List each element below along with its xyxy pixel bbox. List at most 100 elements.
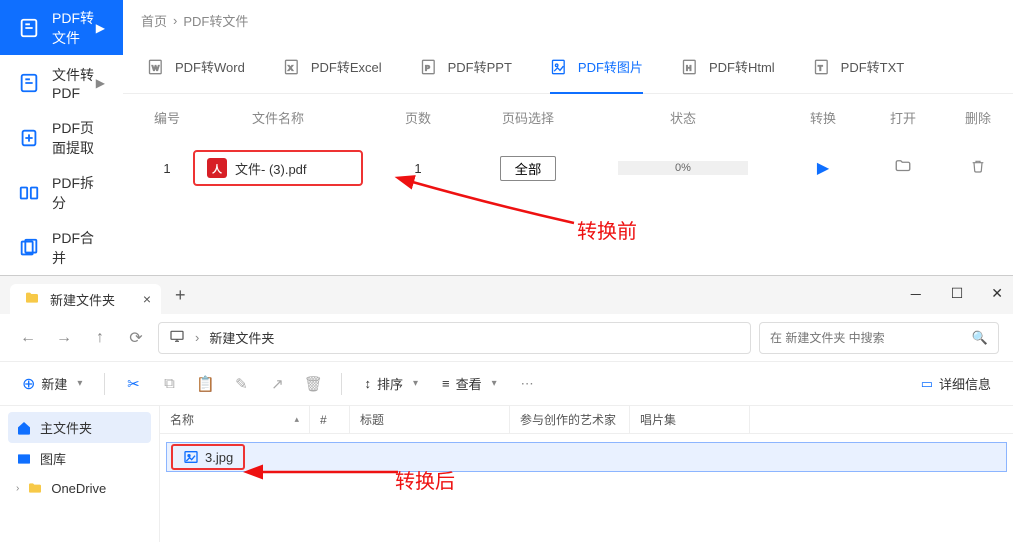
up-button[interactable]: ↑: [86, 329, 114, 347]
explorer-tab[interactable]: 新建文件夹 ×: [10, 284, 161, 314]
svg-text:T: T: [818, 63, 823, 72]
breadcrumb-sep: ›: [173, 13, 177, 28]
folder-icon: [24, 290, 40, 309]
svg-text:X: X: [288, 63, 293, 72]
col-num[interactable]: #: [310, 406, 350, 433]
col-name[interactable]: 名称▴: [160, 406, 310, 433]
col-title[interactable]: 标题: [350, 406, 510, 433]
svg-text:H: H: [686, 63, 691, 72]
explorer-tab-title: 新建文件夹: [50, 290, 115, 309]
paste-button[interactable]: 📋: [191, 375, 219, 393]
image-icon: [550, 57, 570, 77]
tab-close-button[interactable]: ×: [143, 291, 151, 307]
col-artist[interactable]: 参与创作的艺术家: [510, 406, 630, 433]
col-album[interactable]: 唱片集: [630, 406, 750, 433]
tab-pdf-to-txt[interactable]: TPDF转TXT: [813, 40, 905, 93]
tab-label: PDF转PPT: [448, 57, 512, 76]
rename-button[interactable]: ✎: [227, 375, 255, 393]
row-select: 全部: [473, 156, 583, 181]
file-row[interactable]: 3.jpg: [166, 442, 1007, 472]
th-name: 文件名称: [193, 108, 363, 127]
breadcrumb-home[interactable]: 首页: [141, 11, 167, 30]
sidebar-item-split[interactable]: PDF拆分: [0, 165, 123, 220]
copy-button[interactable]: ⧉: [155, 375, 183, 392]
plus-icon: ⊕: [22, 374, 35, 394]
sidebar-item-merge[interactable]: PDF合并: [0, 220, 123, 275]
html-icon: H: [681, 57, 701, 77]
back-button[interactable]: ←: [14, 329, 42, 347]
share-button[interactable]: ↗: [263, 375, 291, 393]
extract-icon: [18, 127, 40, 149]
cut-button[interactable]: ✂: [119, 375, 147, 393]
sort-button[interactable]: ↕ 排序 ▾: [356, 370, 426, 397]
explorer-titlebar: 新建文件夹 × + － ☐ ✕: [0, 276, 1013, 314]
pdf-file-icon: [18, 17, 40, 39]
merge-icon: [18, 237, 40, 259]
home-icon: [16, 420, 32, 436]
split-icon: [18, 182, 40, 204]
sidebar-item-file-to-pdf[interactable]: 文件转PDF ▶: [0, 55, 123, 110]
onedrive-icon: [27, 480, 43, 496]
delete-button[interactable]: [970, 161, 986, 178]
pdf-icon: 人: [207, 158, 227, 178]
convert-button[interactable]: ▶: [817, 160, 829, 177]
tab-pdf-to-ppt[interactable]: PPDF转PPT: [420, 40, 512, 93]
search-box[interactable]: 🔍: [759, 322, 999, 354]
minimize-button[interactable]: －: [909, 285, 923, 305]
tab-pdf-to-word[interactable]: W PDF转Word: [147, 40, 245, 93]
forward-button[interactable]: →: [50, 329, 78, 347]
tab-pdf-to-image[interactable]: PDF转图片: [550, 40, 643, 93]
search-input[interactable]: [770, 331, 964, 345]
refresh-button[interactable]: ⟳: [122, 328, 150, 348]
sidebar-item-label: PDF页面提取: [52, 118, 105, 158]
sidebar-item-pdf-to-file[interactable]: PDF转文件 ▶: [0, 0, 123, 55]
txt-icon: T: [813, 57, 833, 77]
sort-asc-icon: ▴: [294, 414, 299, 425]
sidebar-item-label: PDF转文件: [52, 8, 96, 48]
tab-pdf-to-excel[interactable]: X PDF转Excel: [283, 40, 382, 93]
file-name: 3.jpg: [205, 450, 233, 465]
new-tab-button[interactable]: +: [175, 285, 186, 306]
tab-label: PDF转Excel: [311, 57, 382, 76]
side-label: 图库: [40, 449, 66, 468]
tab-label: PDF转Html: [709, 57, 775, 76]
side-label: OneDrive: [51, 481, 106, 496]
side-gallery[interactable]: 图库: [8, 443, 151, 474]
sidebar-item-page-extract[interactable]: PDF页面提取: [0, 110, 123, 165]
path-box[interactable]: › 新建文件夹: [158, 322, 751, 354]
details-label: 详细信息: [939, 374, 991, 393]
chevron-down-icon: ▾: [413, 378, 418, 389]
side-home[interactable]: 主文件夹: [8, 412, 151, 443]
svg-text:W: W: [152, 63, 160, 72]
delete-toolbar-button[interactable]: 🗑: [299, 375, 327, 393]
explorer-sidebar: 主文件夹 图库 ›OneDrive: [0, 406, 160, 542]
filename-text: 文件- (3).pdf: [235, 159, 307, 178]
sort-icon: ↕: [364, 376, 371, 391]
side-onedrive[interactable]: ›OneDrive: [8, 474, 151, 502]
more-button[interactable]: ⋯: [513, 376, 542, 392]
open-folder-button[interactable]: [894, 162, 912, 179]
row-filename-cell: 人 文件- (3).pdf: [193, 150, 363, 186]
maximize-button[interactable]: ☐: [951, 285, 964, 305]
tab-pdf-to-html[interactable]: H PDF转Html: [681, 40, 775, 93]
file-pdf-icon: [18, 72, 40, 94]
tab-label: PDF转Word: [175, 57, 245, 76]
side-label: 主文件夹: [40, 418, 92, 437]
sidebar-item-label: PDF拆分: [52, 173, 105, 213]
row-delete: [943, 158, 1013, 178]
jpg-icon: [183, 449, 199, 465]
view-button[interactable]: ≡查看▾: [434, 370, 505, 397]
file-highlight-box: 3.jpg: [171, 444, 245, 470]
file-columns-header: 名称▴ # 标题 参与创作的艺术家 唱片集: [160, 406, 1013, 434]
details-button[interactable]: ▭ 详细信息: [913, 370, 999, 397]
explorer-toolbar: ⊕新建▾ ✂ ⧉ 📋 ✎ ↗ 🗑 ↕ 排序 ▾ ≡查看▾ ⋯ ▭ 详细信息: [0, 362, 1013, 406]
row-status: 0%: [583, 161, 783, 175]
page-select-button[interactable]: 全部: [500, 156, 557, 181]
close-button[interactable]: ✕: [991, 285, 1003, 305]
details-icon: ▭: [921, 376, 933, 392]
sort-label: 排序: [377, 374, 403, 393]
chevron-right-icon: ▶: [96, 76, 105, 90]
sidebar-item-label: 文件转PDF: [52, 65, 96, 101]
excel-icon: X: [283, 57, 303, 77]
new-button[interactable]: ⊕新建▾: [14, 370, 90, 398]
